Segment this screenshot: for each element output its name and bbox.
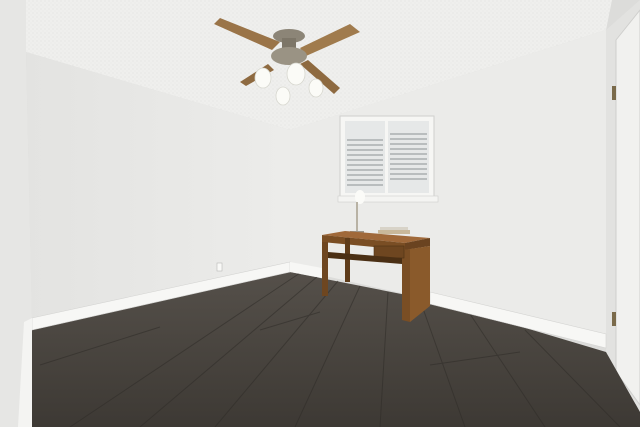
room-scene [0,0,640,427]
door-hinge [612,312,616,326]
door[interactable] [615,9,640,406]
books [378,227,410,234]
wall-outlet [216,262,223,272]
plantation-shutter-window [337,115,439,203]
door-hinge [612,86,616,100]
